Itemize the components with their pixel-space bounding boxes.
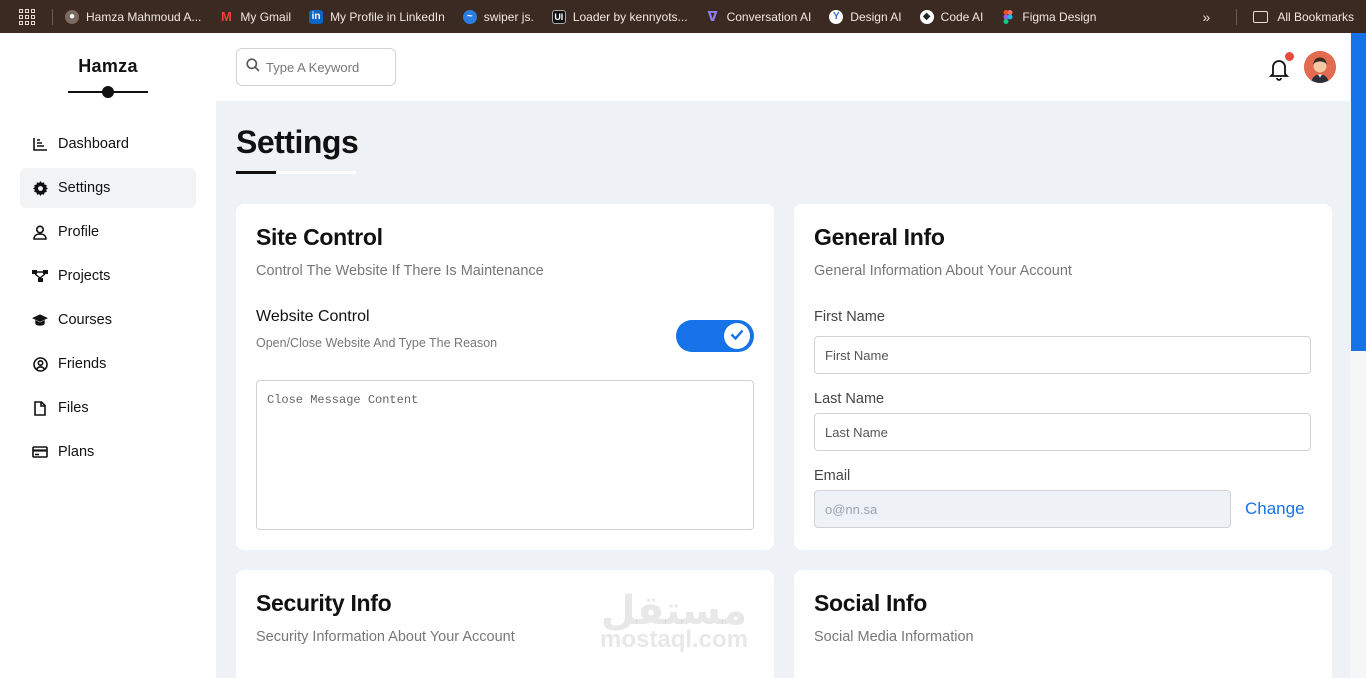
file-icon — [32, 400, 48, 416]
sidebar-item-label: Settings — [58, 180, 111, 196]
bookmark-design-ai[interactable]: Y Design AI — [829, 9, 902, 24]
sidebar-item-courses[interactable]: Courses — [20, 300, 196, 340]
notification-badge — [1285, 52, 1294, 61]
diagram-icon — [32, 268, 48, 284]
email-label: Email — [814, 468, 851, 484]
sidebar: Hamza Dashboard Settings Profile Project… — [0, 33, 216, 678]
watermark: مستقل mostaql.com — [600, 588, 748, 654]
sidebar-item-label: Profile — [58, 224, 100, 240]
page-title-underline — [236, 171, 356, 174]
bookmarks-divider — [1236, 8, 1238, 25]
bookmark-label: Conversation AI — [726, 9, 812, 24]
top-header — [216, 33, 1350, 101]
conversation-ai-icon: ᐁ — [707, 8, 718, 24]
sidebar-item-label: Friends — [58, 356, 107, 372]
credit-card-icon — [32, 444, 48, 460]
bookmark-swiper[interactable]: ~ swiper js. — [462, 9, 534, 24]
figma-icon — [1001, 9, 1015, 24]
apps-grid-icon[interactable] — [18, 8, 36, 26]
uiverse-icon: UI — [551, 9, 566, 24]
bookmark-gmail[interactable]: M My Gmail — [219, 9, 292, 24]
bookmarks-bar: ● Hamza Mahmoud A... M My Gmail in My Pr… — [0, 0, 1366, 33]
bookmark-label: Loader by kennyots... — [572, 9, 688, 24]
sidebar-item-dashboard[interactable]: Dashboard — [20, 124, 196, 164]
website-control-label: Website Control — [256, 308, 370, 325]
sidebar-item-label: Projects — [58, 268, 111, 284]
sidebar-item-label: Plans — [58, 444, 95, 460]
gmail-icon: M — [220, 9, 232, 24]
gear-icon — [32, 180, 48, 196]
general-info-card: General Info General Information About Y… — [794, 204, 1332, 550]
bookmark-hamza[interactable]: ● Hamza Mahmoud A... — [65, 9, 202, 24]
user-icon — [32, 224, 48, 240]
social-info-card: Social Info Social Media Information — [794, 570, 1332, 678]
design-ai-icon: Y — [829, 9, 844, 24]
bookmark-label: Design AI — [850, 9, 902, 24]
search-input[interactable] — [266, 59, 384, 75]
website-control-description: Open/Close Website And Type The Reason — [256, 336, 498, 350]
bookmark-code-ai[interactable]: ◆ Code AI — [919, 9, 984, 24]
more-bookmarks-button[interactable]: » — [1203, 9, 1211, 25]
site-control-subtitle: Control The Website If There Is Maintena… — [256, 263, 544, 279]
toggle-knob — [724, 323, 750, 349]
bookmarks-divider — [52, 8, 53, 25]
general-info-title: General Info — [814, 224, 945, 250]
bookmark-label: My Gmail — [240, 9, 292, 24]
sidebar-item-settings[interactable]: Settings — [20, 168, 196, 208]
sidebar-item-label: Courses — [58, 312, 112, 328]
search-icon — [246, 57, 260, 77]
graduation-cap-icon — [32, 312, 48, 328]
bookmark-linkedin[interactable]: in My Profile in LinkedIn — [309, 9, 445, 24]
swiper-icon: ~ — [462, 9, 477, 24]
user-circle-icon — [32, 356, 48, 372]
sidebar-item-friends[interactable]: Friends — [20, 344, 196, 384]
watermark-latin: mostaql.com — [600, 626, 749, 653]
bookmark-label: Hamza Mahmoud A... — [86, 9, 202, 24]
email-field — [814, 490, 1231, 528]
bookmark-label: Code AI — [940, 9, 984, 24]
chart-icon — [32, 136, 48, 152]
site-control-title: Site Control — [256, 224, 383, 250]
sidebar-item-label: Dashboard — [58, 136, 129, 152]
brand-divider — [68, 85, 148, 99]
bookmark-label: My Profile in LinkedIn — [330, 9, 445, 24]
change-email-link[interactable]: Change — [1245, 499, 1305, 519]
website-control-toggle[interactable] — [676, 320, 754, 352]
first-name-field[interactable] — [814, 336, 1311, 374]
page-title: Settings — [236, 124, 359, 160]
bookmark-label: swiper js. — [483, 9, 534, 24]
scrollbar-thumb[interactable] — [1351, 33, 1366, 351]
checkmark-icon — [730, 327, 744, 345]
close-message-textarea[interactable] — [256, 380, 754, 530]
sidebar-item-label: Files — [58, 400, 89, 416]
general-info-subtitle: General Information About Your Account — [814, 263, 1072, 279]
avatar[interactable] — [1304, 51, 1336, 83]
sidebar-item-projects[interactable]: Projects — [20, 256, 196, 296]
bookmark-label: Figma Design — [1022, 9, 1097, 24]
code-ai-icon: ◆ — [919, 9, 934, 24]
first-name-label: First Name — [814, 309, 885, 325]
sidebar-nav: Dashboard Settings Profile Projects Cour… — [0, 124, 216, 472]
sidebar-item-profile[interactable]: Profile — [20, 212, 196, 252]
sidebar-item-plans[interactable]: Plans — [20, 432, 196, 472]
linkedin-icon: in — [309, 9, 324, 24]
last-name-label: Last Name — [814, 391, 885, 407]
sidebar-item-files[interactable]: Files — [20, 388, 196, 428]
last-name-field[interactable] — [814, 413, 1311, 451]
folder-icon — [1253, 10, 1269, 23]
search-box — [236, 48, 396, 86]
person-icon: ● — [65, 9, 79, 24]
bookmark-loader[interactable]: UI Loader by kennyots... — [551, 9, 688, 24]
site-control-card: Site Control Control The Website If Ther… — [236, 204, 774, 550]
all-bookmarks-button[interactable]: All Bookmarks — [1277, 10, 1354, 24]
bookmark-figma[interactable]: Figma Design — [1001, 9, 1097, 24]
social-info-subtitle: Social Media Information — [814, 629, 974, 645]
bookmark-conversation-ai[interactable]: ᐁ Conversation AI — [706, 8, 812, 24]
social-info-title: Social Info — [814, 590, 927, 616]
bookmarks-right: » All Bookmarks — [1203, 0, 1354, 33]
brand-name: Hamza — [78, 56, 138, 76]
